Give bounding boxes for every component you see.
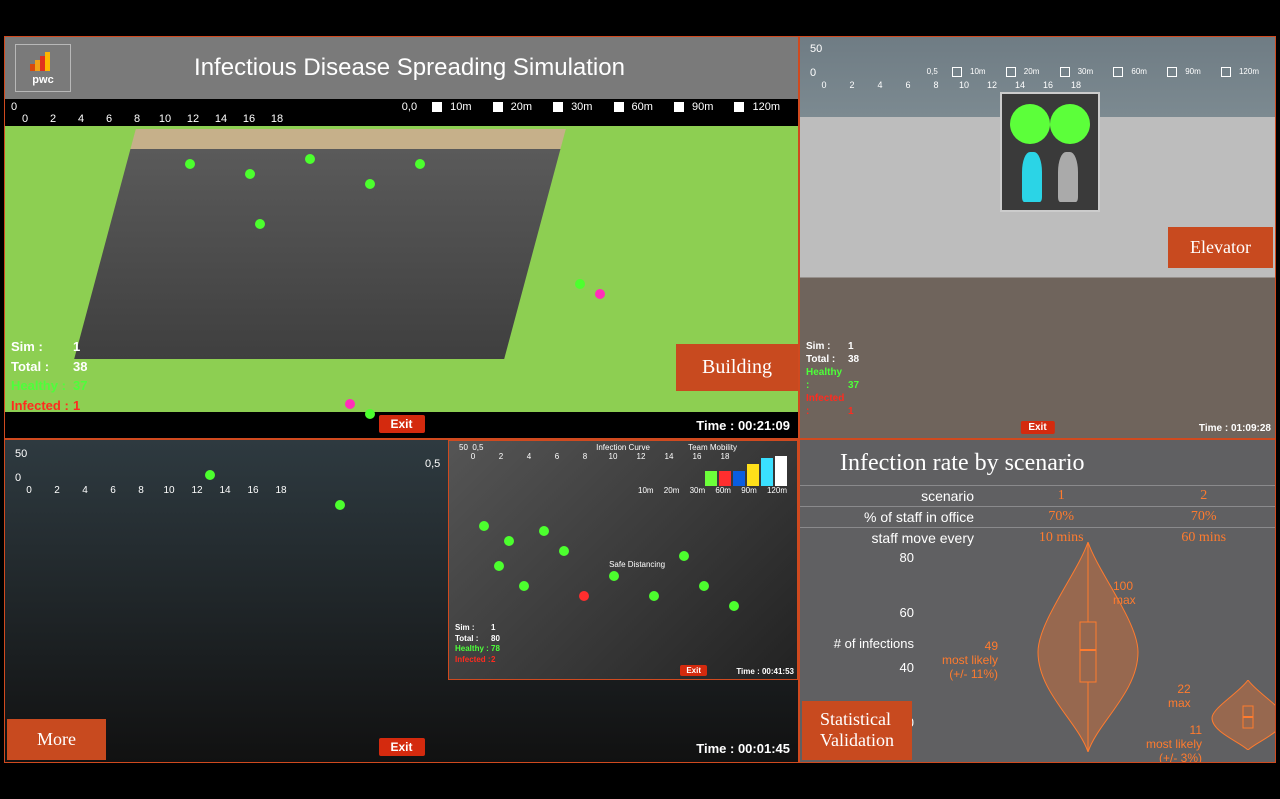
team-mobility-bars <box>705 456 787 486</box>
violin-plot: 100 max 49 most likely (+/- 11%) 22 max … <box>918 550 1275 750</box>
scale-bar: 50 0 024681012141618 <box>804 41 1096 91</box>
scale-ticks: 024681012141618 <box>11 113 291 125</box>
building-model <box>74 129 566 359</box>
more-panel: 50 0 024681012141618 0,5 50 0,5 02468101… <box>4 439 799 763</box>
page-title: Infectious Disease Spreading Simulation <box>81 54 798 82</box>
person-icon <box>1058 152 1078 202</box>
person-icon <box>1022 152 1042 202</box>
healthy-marker-icon <box>1010 104 1050 144</box>
time-readout: Time : 00:01:45 <box>696 741 790 756</box>
scale-right: 0,5 <box>425 458 440 470</box>
safe-distancing-label: Safe Distancing <box>609 560 665 569</box>
panel-badge-elevator: Elevator <box>1168 227 1273 268</box>
scale-bar: 0 024681012141618 <box>5 99 297 125</box>
dashboard-grid: pwc Infectious Disease Spreading Simulat… <box>4 36 1276 763</box>
panel-badge-more: More <box>7 719 106 760</box>
distance-legend: 10m 20m 30m 60m 90m 120m <box>634 486 791 495</box>
scale-zero: 0 <box>11 101 17 113</box>
annot-s2-ml: 11 most likely (+/- 3%) <box>1146 724 1202 763</box>
row-pct-val-1: 70% <box>990 507 1133 528</box>
sim-stats: Sim :1 Total :38 Healthy :37 Infected :1 <box>806 340 859 418</box>
exit-button[interactable]: Exit <box>378 738 424 756</box>
chart-title: Infection rate by scenario <box>800 440 1275 485</box>
row-pct-val-2: 70% <box>1133 507 1276 528</box>
sim-stats: Sim :1 Total :80 Healthy :78 Infected :2 <box>455 623 500 665</box>
pwc-logo: pwc <box>15 44 71 92</box>
row-scenario-label: scenario <box>800 486 990 507</box>
pwc-logo-icon <box>28 51 58 73</box>
building-panel: pwc Infectious Disease Spreading Simulat… <box>4 36 799 439</box>
row-move-label: staff move every <box>800 528 990 549</box>
elevator-panel: 50 0 024681012141618 0,5 10m 20m 30m 60m… <box>799 36 1276 439</box>
legend-oo: 0,0 <box>402 101 417 113</box>
infection-curve-label: Infection Curve <box>596 443 650 452</box>
distance-legend: 0,5 10m 20m 30m 60m 90m 120m <box>921 67 1271 77</box>
sim-stats: Sim :1 Total :38 Healthy :37 Infected :1 <box>11 337 87 415</box>
annot-s2-max: 22 max <box>1168 683 1191 711</box>
time-readout: Time : 00:21:09 <box>696 418 790 433</box>
annot-s1-ml: 49 most likely (+/- 11%) <box>942 640 998 681</box>
row-scenario-val-2: 2 <box>1133 486 1276 507</box>
healthy-marker-icon <box>1050 104 1090 144</box>
row-pct-label: % of staff in office <box>800 507 990 528</box>
building-header: pwc Infectious Disease Spreading Simulat… <box>5 37 798 99</box>
scenario-table: scenario 1 2 % of staff in office 70% 70… <box>800 485 1275 548</box>
exit-button[interactable]: Exit <box>680 665 707 676</box>
annot-s1-max: 100 max <box>1113 580 1136 608</box>
time-readout: Time : 01:09:28 <box>1199 423 1271 434</box>
time-readout: Time : 00:41:53 <box>736 667 794 676</box>
y-axis-label: # of infections <box>834 636 914 651</box>
violin-scenario-1-icon <box>1028 542 1148 752</box>
building-3d-view[interactable]: 0 024681012141618 0,0 10m 20m 30m 60m 90… <box>5 99 798 439</box>
team-mobility-label: Team Mobility <box>688 443 737 452</box>
panel-badge-statistical: Statistical Validation <box>802 701 912 760</box>
stats-panel: Infection rate by scenario scenario 1 2 … <box>799 439 1276 763</box>
elevator-view <box>1000 92 1100 212</box>
panel-badge-building: Building <box>676 344 798 391</box>
distance-legend: 0,0 10m 20m 30m 60m 90m 120m <box>396 101 792 113</box>
brand-text: pwc <box>32 74 53 86</box>
office-inset-panel: 50 0,5 024681012141618 Infection Curve T… <box>448 440 798 680</box>
scale-bar: 50 0 024681012141618 <box>9 446 301 496</box>
row-move-val-2: 60 mins <box>1133 528 1276 549</box>
violin-scenario-2-icon <box>1208 680 1276 750</box>
exit-button[interactable]: Exit <box>378 415 424 433</box>
exit-button[interactable]: Exit <box>1020 421 1054 434</box>
row-scenario-val-1: 1 <box>990 486 1133 507</box>
